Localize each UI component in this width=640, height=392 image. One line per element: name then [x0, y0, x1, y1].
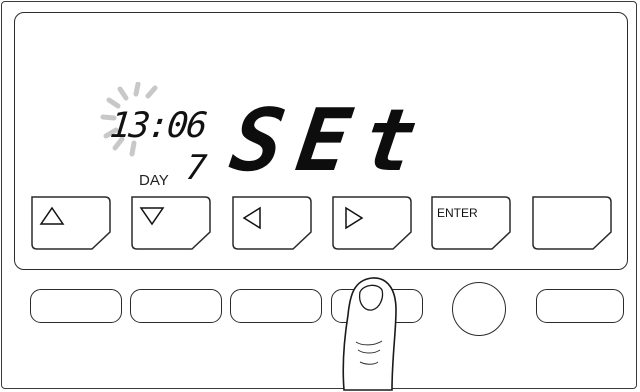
hardware-button-1[interactable]	[30, 289, 122, 323]
left-arrow-key[interactable]	[230, 194, 316, 252]
pressing-finger-icon	[342, 277, 397, 391]
hardware-button-6[interactable]	[536, 289, 624, 323]
main-display-text: SEt	[224, 91, 437, 191]
blank-key[interactable]	[530, 194, 616, 252]
up-triangle-icon	[39, 206, 65, 225]
left-triangle-icon	[242, 206, 261, 230]
thermostat-device: 13:06 7 DAY SEt ENTER	[0, 0, 640, 392]
clock-time: 13:06	[107, 106, 208, 146]
day-number: 7	[183, 148, 209, 188]
day-label: DAY	[139, 172, 169, 189]
down-arrow-key[interactable]	[129, 194, 215, 252]
right-triangle-icon	[345, 206, 364, 230]
key-outline	[431, 196, 511, 250]
hardware-button-2[interactable]	[130, 289, 222, 323]
up-arrow-key[interactable]	[29, 194, 115, 252]
right-arrow-key[interactable]	[330, 194, 416, 252]
enter-key[interactable]: ENTER	[429, 194, 515, 252]
down-triangle-icon	[139, 207, 165, 226]
key-outline	[532, 196, 612, 250]
hardware-button-3[interactable]	[230, 289, 322, 323]
round-button[interactable]	[452, 282, 506, 336]
enter-key-label: ENTER	[437, 206, 478, 220]
